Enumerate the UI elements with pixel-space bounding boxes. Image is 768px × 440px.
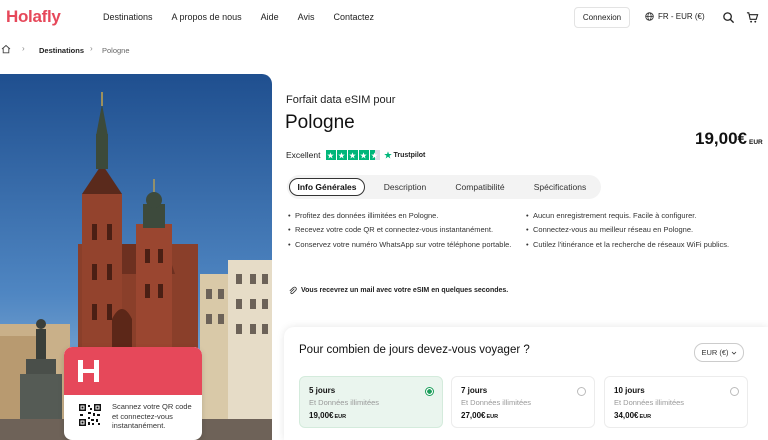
currency-dropdown[interactable]: EUR (€): [694, 343, 744, 362]
holafly-h-icon: [78, 360, 99, 382]
language-label: FR - EUR (€): [658, 12, 705, 21]
esim-card: Scannez votre QR code et connectez-vous …: [64, 347, 202, 440]
plan-option-10-days[interactable]: 10 jours Et Données illimitées 34,00€EUR: [604, 376, 748, 428]
language-selector[interactable]: FR - EUR (€): [645, 12, 705, 21]
breadcrumb-destinations[interactable]: Destinations: [39, 46, 84, 55]
breadcrumb: › Destinations › Pologne: [0, 44, 200, 58]
plan-radio[interactable]: [425, 387, 434, 396]
cart-icon[interactable]: [746, 11, 759, 24]
nav-destinations[interactable]: Destinations: [103, 12, 153, 22]
features-list-right: Aucun enregistrement requis. Facile à co…: [526, 211, 736, 254]
breadcrumb-separator-icon: ›: [22, 44, 25, 53]
feature-item: Aucun enregistrement requis. Facile à co…: [526, 211, 736, 222]
main-nav: Destinations A propos de nous Aide Avis …: [103, 12, 393, 22]
plan-price-currency: EUR: [334, 414, 347, 420]
top-header: Holafly Destinations A propos de nous Ai…: [0, 0, 768, 36]
nav-about[interactable]: A propos de nous: [172, 12, 242, 22]
tab-specifications[interactable]: Spécifications: [525, 178, 595, 196]
mail-notice-text: Vous recevrez un mail avec votre eSIM en…: [301, 287, 509, 294]
features-list-left: Profitez des données illimitées en Polog…: [288, 211, 516, 254]
plan-option-7-days[interactable]: 7 jours Et Données illimitées 27,00€EUR: [451, 376, 595, 428]
tab-compatibility[interactable]: Compatibilité: [445, 178, 515, 196]
globe-icon: [645, 12, 654, 21]
plan-days: 5 jours: [309, 386, 336, 395]
product-price-currency: EUR: [749, 139, 763, 146]
feature-item: Connectez-vous au meilleur réseau en Pol…: [526, 225, 736, 236]
search-icon[interactable]: [722, 11, 735, 24]
holafly-logo[interactable]: Holafly: [6, 7, 61, 27]
rating-label: Excellent: [286, 150, 321, 160]
star-icon: [347, 150, 358, 160]
plan-days: 7 jours: [461, 386, 488, 395]
nav-reviews[interactable]: Avis: [298, 12, 315, 22]
trustpilot-rating[interactable]: Excellent Trustpilot: [286, 150, 425, 160]
mail-notice: Vous recevrez un mail avec votre eSIM en…: [288, 286, 508, 295]
plan-price: 34,00€EUR: [614, 411, 651, 420]
breadcrumb-current: Pologne: [102, 46, 130, 55]
plan-data: Et Données illimitées: [309, 398, 380, 407]
qr-code-icon: [78, 403, 102, 427]
plan-data: Et Données illimitées: [614, 398, 685, 407]
plan-days: 10 jours: [614, 386, 645, 395]
product-subtitle: Forfait data eSIM pour: [286, 94, 396, 106]
trustpilot-logo: Trustpilot: [383, 151, 426, 159]
chevron-down-icon: [731, 351, 736, 355]
currency-dropdown-label: EUR (€): [701, 348, 729, 357]
nav-help[interactable]: Aide: [261, 12, 279, 22]
product-price-value: 19,00€: [695, 129, 747, 148]
tab-general-info[interactable]: Info Générales: [289, 178, 365, 196]
plan-option-5-days[interactable]: 5 jours Et Données illimitées 19,00€EUR: [299, 376, 443, 428]
feature-item: Recevez votre code QR et connectez-vous …: [288, 225, 516, 236]
nav-contact[interactable]: Contactez: [333, 12, 374, 22]
plan-price-value: 34,00€: [614, 411, 639, 420]
feature-item: Conservez votre numéro WhatsApp sur votr…: [288, 240, 516, 251]
feature-item: Cutilez l'itinérance et la recherche de …: [526, 240, 736, 251]
days-question: Pour combien de jours devez-vous voyager…: [299, 344, 530, 356]
esim-card-text: Scannez votre QR code et connectez-vous …: [112, 402, 192, 430]
plan-price: 19,00€EUR: [309, 411, 346, 420]
plan-price-currency: EUR: [639, 414, 652, 420]
plan-radio[interactable]: [577, 387, 586, 396]
star-half-icon: [369, 150, 380, 160]
login-button[interactable]: Connexion: [574, 7, 630, 28]
product-title: Pologne: [285, 112, 355, 133]
trustpilot-label: Trustpilot: [393, 151, 426, 159]
paperclip-icon: [289, 286, 297, 295]
plan-radio[interactable]: [730, 387, 739, 396]
trustpilot-star-icon: [383, 151, 392, 159]
product-price: 19,00€ EUR: [695, 129, 763, 149]
tab-description[interactable]: Description: [373, 178, 437, 196]
star-icon: [358, 150, 369, 160]
rating-stars: [325, 150, 380, 160]
home-icon[interactable]: [1, 44, 11, 54]
product-tabs: Info Générales Description Compatibilité…: [287, 175, 601, 199]
plan-price-currency: EUR: [486, 414, 499, 420]
plan-data: Et Données illimitées: [461, 398, 532, 407]
breadcrumb-separator-icon: ›: [90, 44, 93, 53]
star-icon: [336, 150, 347, 160]
plan-price: 27,00€EUR: [461, 411, 498, 420]
plan-price-value: 19,00€: [309, 411, 334, 420]
star-icon: [325, 150, 336, 160]
feature-item: Profitez des données illimitées en Polog…: [288, 211, 516, 222]
plan-price-value: 27,00€: [461, 411, 486, 420]
